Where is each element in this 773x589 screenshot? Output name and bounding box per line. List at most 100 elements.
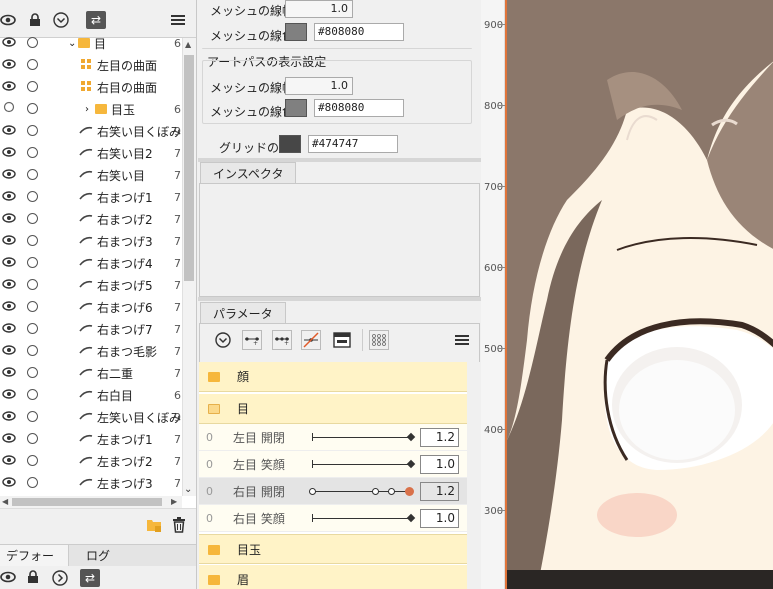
param-row[interactable]: 0 右目 笑顔 1.0 xyxy=(199,505,467,532)
tree-row[interactable]: 右まつ毛影 7 xyxy=(0,340,182,362)
visibility-eye-icon[interactable] xyxy=(2,36,16,51)
lock-toggle[interactable] xyxy=(27,323,38,334)
param-row[interactable]: 0 左目 開閉 1.2 xyxy=(199,424,467,451)
visibility-eye-icon[interactable] xyxy=(2,432,16,447)
param-group-brow[interactable]: 眉 xyxy=(199,565,467,589)
swap-icon[interactable]: ⇄ xyxy=(86,11,106,29)
scroll-right-icon[interactable]: ▶ xyxy=(171,497,177,506)
visibility-eye-icon[interactable] xyxy=(2,146,16,161)
lock-toggle[interactable] xyxy=(27,59,38,70)
visibility-eye-icon[interactable] xyxy=(2,322,16,337)
visibility-eye-icon[interactable] xyxy=(2,58,16,73)
lock-toggle[interactable] xyxy=(27,81,38,92)
grid-color-swatch[interactable] xyxy=(279,135,301,153)
param-slider[interactable] xyxy=(312,432,416,442)
param-value-field[interactable]: 1.2 xyxy=(420,482,459,501)
chevron-circle-icon[interactable] xyxy=(52,570,68,589)
menu-icon[interactable] xyxy=(452,330,472,350)
tab-deformer[interactable]: デフォーマ xyxy=(0,545,69,585)
visibility-eye-icon[interactable] xyxy=(2,256,16,271)
visibility-eye-icon[interactable] xyxy=(2,388,16,403)
param-slider[interactable] xyxy=(309,487,414,496)
lock-toggle[interactable] xyxy=(27,411,38,422)
visibility-eye-icon[interactable] xyxy=(2,344,16,359)
visibility-eye-icon[interactable] xyxy=(2,300,16,315)
param-slider[interactable] xyxy=(312,459,416,469)
visibility-eye-icon[interactable] xyxy=(2,168,16,183)
tab-log[interactable]: ログ xyxy=(80,545,116,567)
tree-scroll-thumb[interactable] xyxy=(184,55,194,281)
tree-row[interactable]: 左まつげ3 7 xyxy=(0,472,182,494)
lock-toggle[interactable] xyxy=(27,301,38,312)
tab-inspector[interactable]: インスペクタ xyxy=(200,162,297,184)
lock-toggle[interactable] xyxy=(27,433,38,444)
slider-handle[interactable] xyxy=(405,487,414,496)
lock-toggle[interactable] xyxy=(27,367,38,378)
lock-toggle[interactable] xyxy=(27,345,38,356)
artpath-color-swatch[interactable] xyxy=(285,99,307,117)
tree-row[interactable]: 左まつげ2 7 xyxy=(0,450,182,472)
visibility-eye-icon[interactable] xyxy=(2,410,16,425)
tree-row[interactable]: 右まつげ2 7 xyxy=(0,208,182,230)
tree-row[interactable]: 右笑い目2 7 xyxy=(0,142,182,164)
lock-toggle[interactable] xyxy=(27,37,38,48)
tree-row[interactable]: ⌄ 目 6 xyxy=(0,32,182,54)
splitter[interactable] xyxy=(198,297,481,301)
visibility-eye-icon[interactable] xyxy=(2,278,16,293)
param-value-field[interactable]: 1.0 xyxy=(420,509,459,528)
tree-row[interactable]: 右まつげ7 7 xyxy=(0,318,182,340)
param-slider[interactable] xyxy=(312,513,416,523)
chevron-down-icon[interactable]: ⌄ xyxy=(68,38,76,49)
tree-row[interactable]: 右笑い目 7 xyxy=(0,164,182,186)
tree-row[interactable]: 右まつげ6 7 xyxy=(0,296,182,318)
tree-row[interactable]: 右まつげ3 7 xyxy=(0,230,182,252)
tree-row[interactable]: 右二重 7 xyxy=(0,362,182,384)
lock-toggle[interactable] xyxy=(27,455,38,466)
param-value-field[interactable]: 1.0 xyxy=(420,455,459,474)
visibility-eye-icon[interactable] xyxy=(2,212,16,227)
menu-icon[interactable] xyxy=(170,12,186,28)
visibility-eye-icon[interactable] xyxy=(2,476,16,491)
tree-row[interactable]: 右白目 6 xyxy=(0,384,182,406)
param-group-eye[interactable]: 目 xyxy=(199,394,467,424)
trash-icon[interactable] xyxy=(172,517,186,536)
mesh-color-field[interactable]: #808080 xyxy=(314,23,404,41)
tree-row[interactable]: 左笑い目くぼみ 9 xyxy=(0,406,182,428)
tree-row[interactable]: 右まつげ5 7 xyxy=(0,274,182,296)
tree-row[interactable]: › 目玉 6 xyxy=(0,98,182,120)
tree-row[interactable]: 左まつげ1 7 xyxy=(0,428,182,450)
visibility-eye-icon[interactable] xyxy=(2,101,16,117)
lock-toggle[interactable] xyxy=(27,279,38,290)
lock-toggle[interactable] xyxy=(27,257,38,268)
param-value-field[interactable]: 1.2 xyxy=(420,428,459,447)
lock-toggle[interactable] xyxy=(27,169,38,180)
param-group-face[interactable]: 顔 xyxy=(199,362,467,392)
lock-toggle[interactable] xyxy=(27,477,38,488)
eye-icon[interactable] xyxy=(0,571,16,586)
scroll-down-icon[interactable]: ⌄ xyxy=(184,484,192,495)
key-point[interactable] xyxy=(388,488,395,495)
lock-toggle[interactable] xyxy=(27,191,38,202)
mesh-width-field[interactable]: 1.0 xyxy=(285,0,353,18)
artpath-color-field[interactable]: #808080 xyxy=(314,99,404,117)
key-point[interactable] xyxy=(309,488,316,495)
grid-color-field[interactable]: #474747 xyxy=(308,135,398,153)
chevron-circle-icon[interactable] xyxy=(53,12,69,28)
visibility-eye-icon[interactable] xyxy=(2,366,16,381)
visibility-eye-icon[interactable] xyxy=(2,454,16,469)
tab-parameters[interactable]: パラメータ xyxy=(200,302,286,324)
remove-key-icon[interactable] xyxy=(301,330,321,350)
parameter-scrollbar[interactable] xyxy=(467,362,481,589)
eye-icon[interactable] xyxy=(0,12,16,28)
param-row-selected[interactable]: 0 右目 開閉 1.2 xyxy=(199,478,467,505)
param-group-eyeball[interactable]: 目玉 xyxy=(199,534,467,564)
visibility-eye-icon[interactable] xyxy=(2,190,16,205)
visibility-eye-icon[interactable] xyxy=(2,124,16,139)
lock-toggle[interactable] xyxy=(27,103,38,114)
scroll-left-icon[interactable]: ◀ xyxy=(2,497,8,506)
tree-hscroll-thumb[interactable] xyxy=(12,498,162,506)
tree-row[interactable]: 右まつげ4 7 xyxy=(0,252,182,274)
lock-toggle[interactable] xyxy=(27,147,38,158)
lock-toggle[interactable] xyxy=(27,235,38,246)
key-point[interactable] xyxy=(372,488,379,495)
